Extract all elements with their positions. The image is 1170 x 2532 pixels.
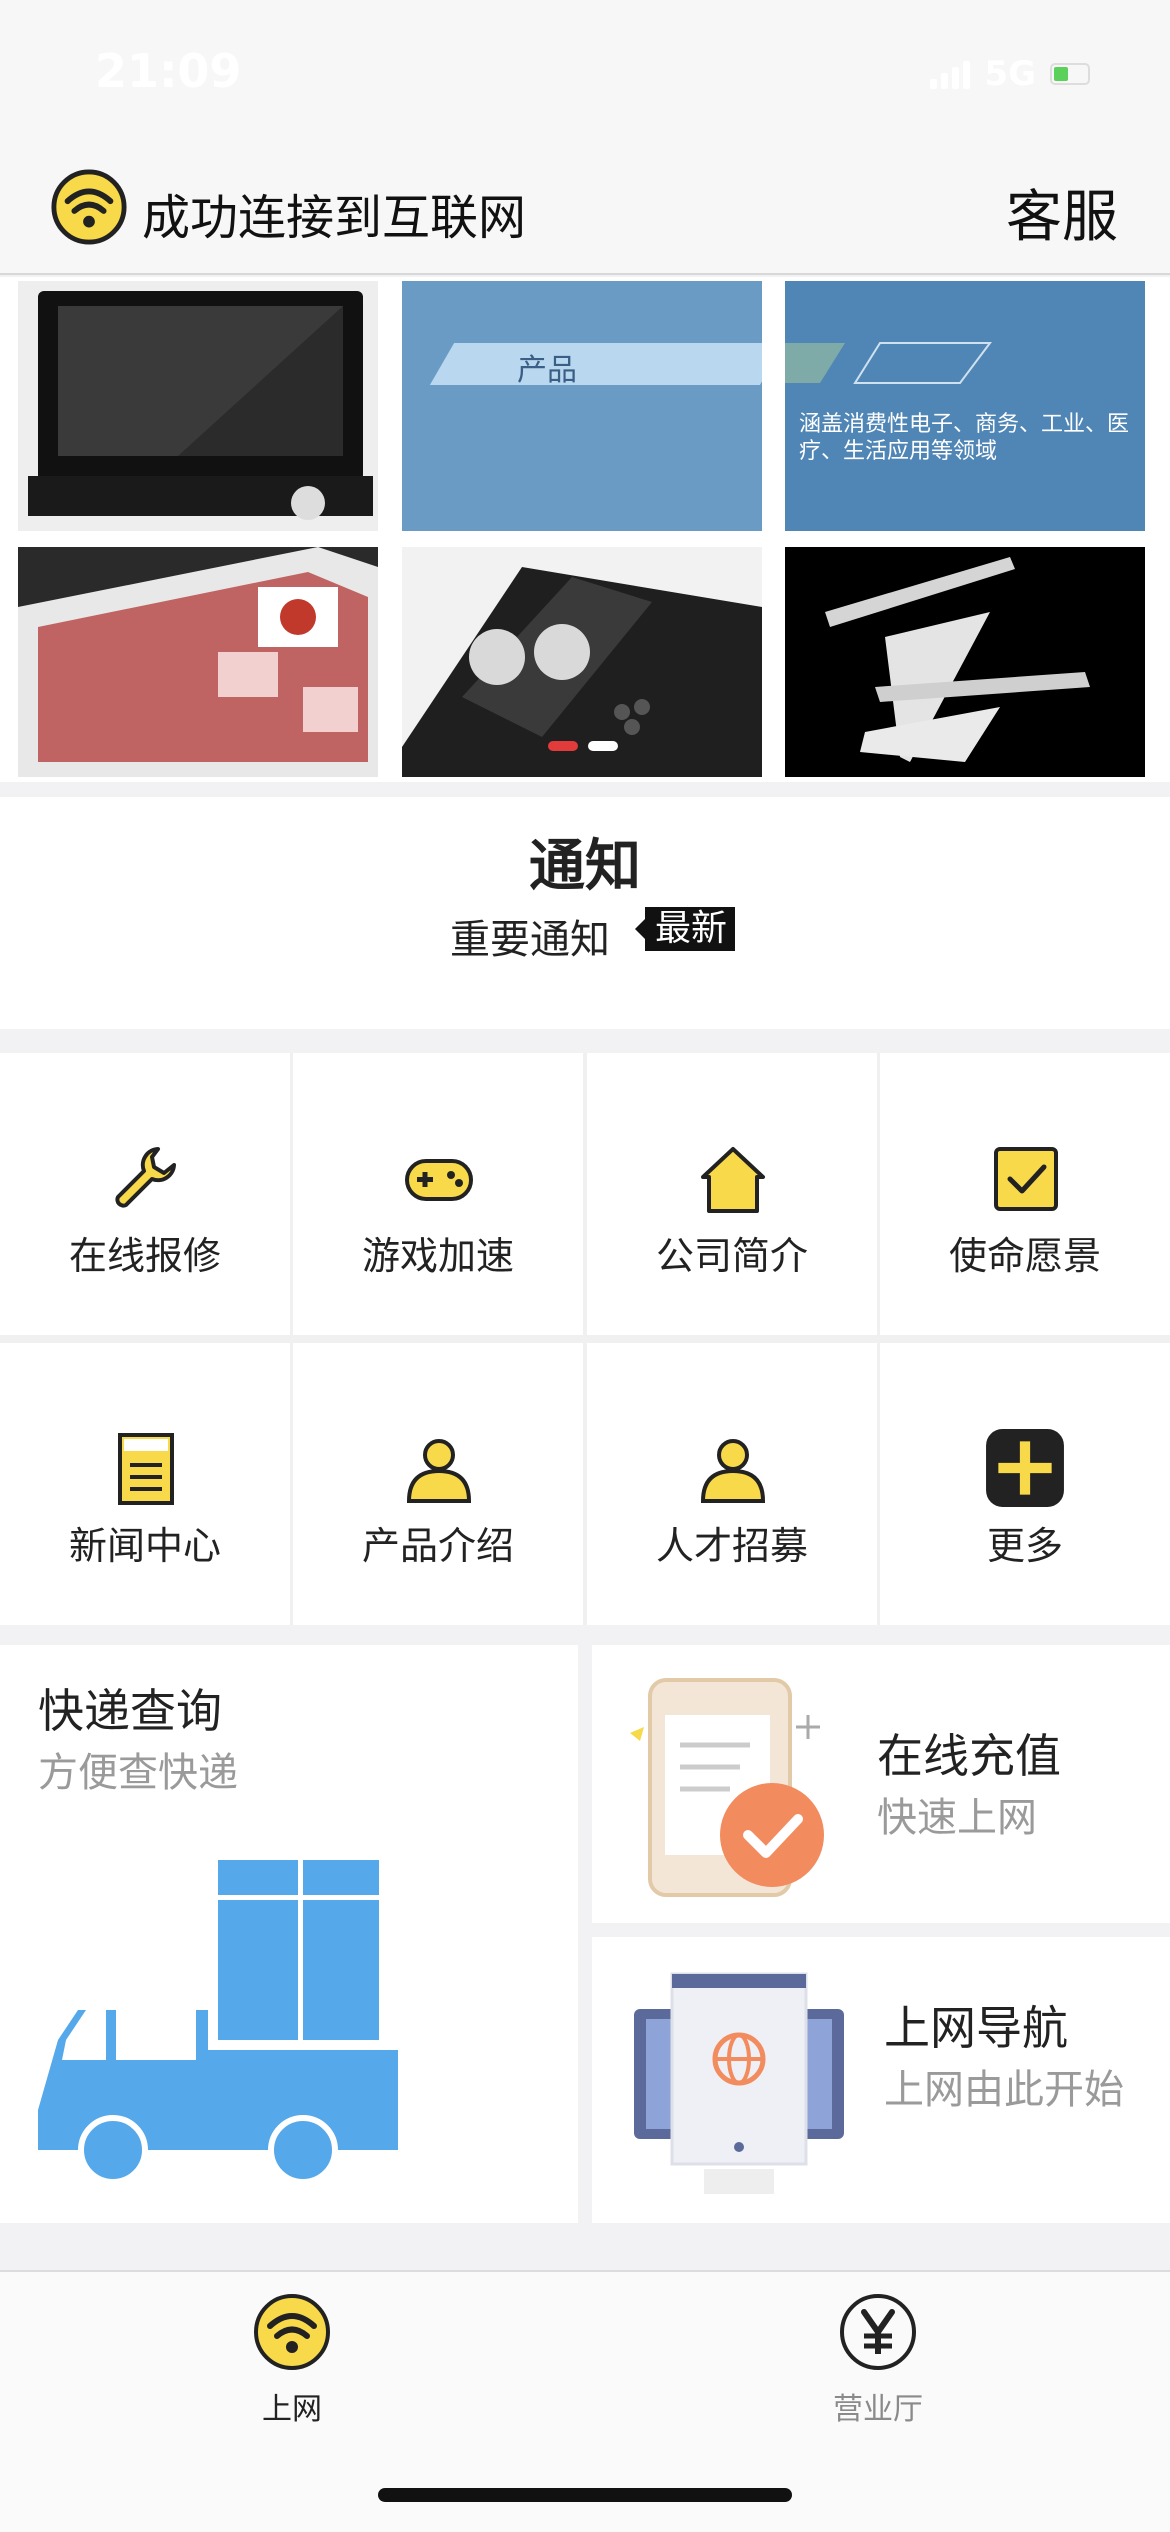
tab-label: 上网 <box>262 2392 322 2427</box>
home-indicator[interactable] <box>378 2488 792 2502</box>
banner-description-tile: 涵盖消费性电子、商务、工业、医疗、生活应用等领域 <box>785 281 1145 531</box>
gamepad-icon <box>405 1159 473 1201</box>
banner-dot[interactable] <box>588 741 618 751</box>
wifi-tab-icon <box>254 2294 330 2370</box>
express-query-card[interactable]: 快递查询 方便查快递 <box>0 1645 578 2223</box>
person-icon <box>406 1439 472 1503</box>
status-time: 21:09 <box>95 44 242 98</box>
grid-item-label: 新闻中心 <box>68 1524 221 1568</box>
online-recharge-card[interactable]: 在线充值 快速上网 <box>592 1645 1170 1923</box>
grid-item-company[interactable]: 公司简介 <box>587 1053 877 1335</box>
status-indicators: 5G <box>930 54 1090 94</box>
banner-product-tile: 产品 <box>402 281 762 531</box>
feature-grid: 在线报修 游戏加速 公司简介 使命愿景 新闻中心 产品介绍 人才招募 更多 <box>0 1053 1170 1625</box>
wrench-icon <box>115 1147 176 1208</box>
truck-icon <box>38 1860 398 2185</box>
phone-check-icon <box>630 1678 824 1897</box>
grid-item-label: 更多 <box>986 1524 1063 1568</box>
app-header: 成功连接到互联网 客服 <box>0 150 1170 275</box>
express-subtitle: 方便查快递 <box>38 1750 238 1796</box>
banner-product-tag: 产品 <box>517 353 577 388</box>
express-title: 快递查询 <box>38 1684 222 1738</box>
banner-lamp-image <box>785 547 1145 777</box>
grid-item-game[interactable]: 游戏加速 <box>293 1053 583 1335</box>
tab-label: 营业厅 <box>833 2392 923 2427</box>
status-bar: 21:09 5G <box>0 0 1170 150</box>
plus-icon <box>986 1429 1064 1507</box>
grid-item-news[interactable]: 新闻中心 <box>0 1343 290 1625</box>
wifi-logo-icon <box>51 169 127 245</box>
banner-dot-active[interactable] <box>548 741 578 751</box>
notice-section[interactable]: 通知 重要通知 最新 <box>0 797 1170 1029</box>
yuan-icon <box>840 2294 916 2370</box>
grid-item-repair[interactable]: 在线报修 <box>0 1053 290 1335</box>
notice-subtitle[interactable]: 重要通知 <box>450 907 610 965</box>
banner-product-desc: 涵盖消费性电子、商务、工业、医疗、生活应用等领域 <box>799 412 1130 464</box>
monitor-globe-icon <box>634 1972 844 2194</box>
banner-tablet-image <box>18 547 378 777</box>
house-icon <box>701 1147 765 1213</box>
grid-item-label: 人才招募 <box>655 1524 808 1568</box>
banner-monitor-image <box>18 281 378 531</box>
notice-title: 通知 <box>529 834 641 899</box>
recharge-title: 在线充值 <box>877 1729 1061 1783</box>
signal-icon <box>930 59 971 89</box>
banner-pagination[interactable] <box>548 741 618 751</box>
customer-service-button[interactable]: 客服 <box>1006 172 1118 253</box>
grid-item-more[interactable]: 更多 <box>880 1343 1170 1625</box>
checkbox-icon <box>994 1147 1058 1211</box>
recharge-subtitle: 快速上网 <box>877 1795 1037 1841</box>
tab-internet[interactable]: 上网 <box>142 2292 442 2442</box>
grid-item-label: 公司简介 <box>655 1234 808 1278</box>
grid-item-label: 使命愿景 <box>948 1234 1101 1278</box>
person-icon <box>700 1439 766 1503</box>
product-banner[interactable]: 产品 涵盖消费性电子、商务、工业、医疗、生活应用等领域 <box>0 277 1170 782</box>
web-navigation-card[interactable]: 上网导航 上网由此开始 <box>592 1937 1170 2223</box>
grid-item-careers[interactable]: 人才招募 <box>587 1343 877 1625</box>
connection-status: 成功连接到互联网 <box>142 190 527 246</box>
grid-item-label: 产品介绍 <box>361 1524 514 1568</box>
network-label: 5G <box>984 54 1036 94</box>
grid-item-mission[interactable]: 使命愿景 <box>880 1053 1170 1335</box>
tab-business-hall[interactable]: 营业厅 <box>728 2292 1028 2442</box>
notice-badge: 最新 <box>634 907 736 951</box>
battery-icon <box>1050 63 1090 85</box>
nav-subtitle: 上网由此开始 <box>884 2067 1124 2113</box>
news-icon <box>118 1433 174 1505</box>
nav-title: 上网导航 <box>884 2001 1068 2055</box>
grid-item-label: 在线报修 <box>68 1234 221 1278</box>
grid-item-products[interactable]: 产品介绍 <box>293 1343 583 1625</box>
grid-item-label: 游戏加速 <box>361 1234 514 1278</box>
